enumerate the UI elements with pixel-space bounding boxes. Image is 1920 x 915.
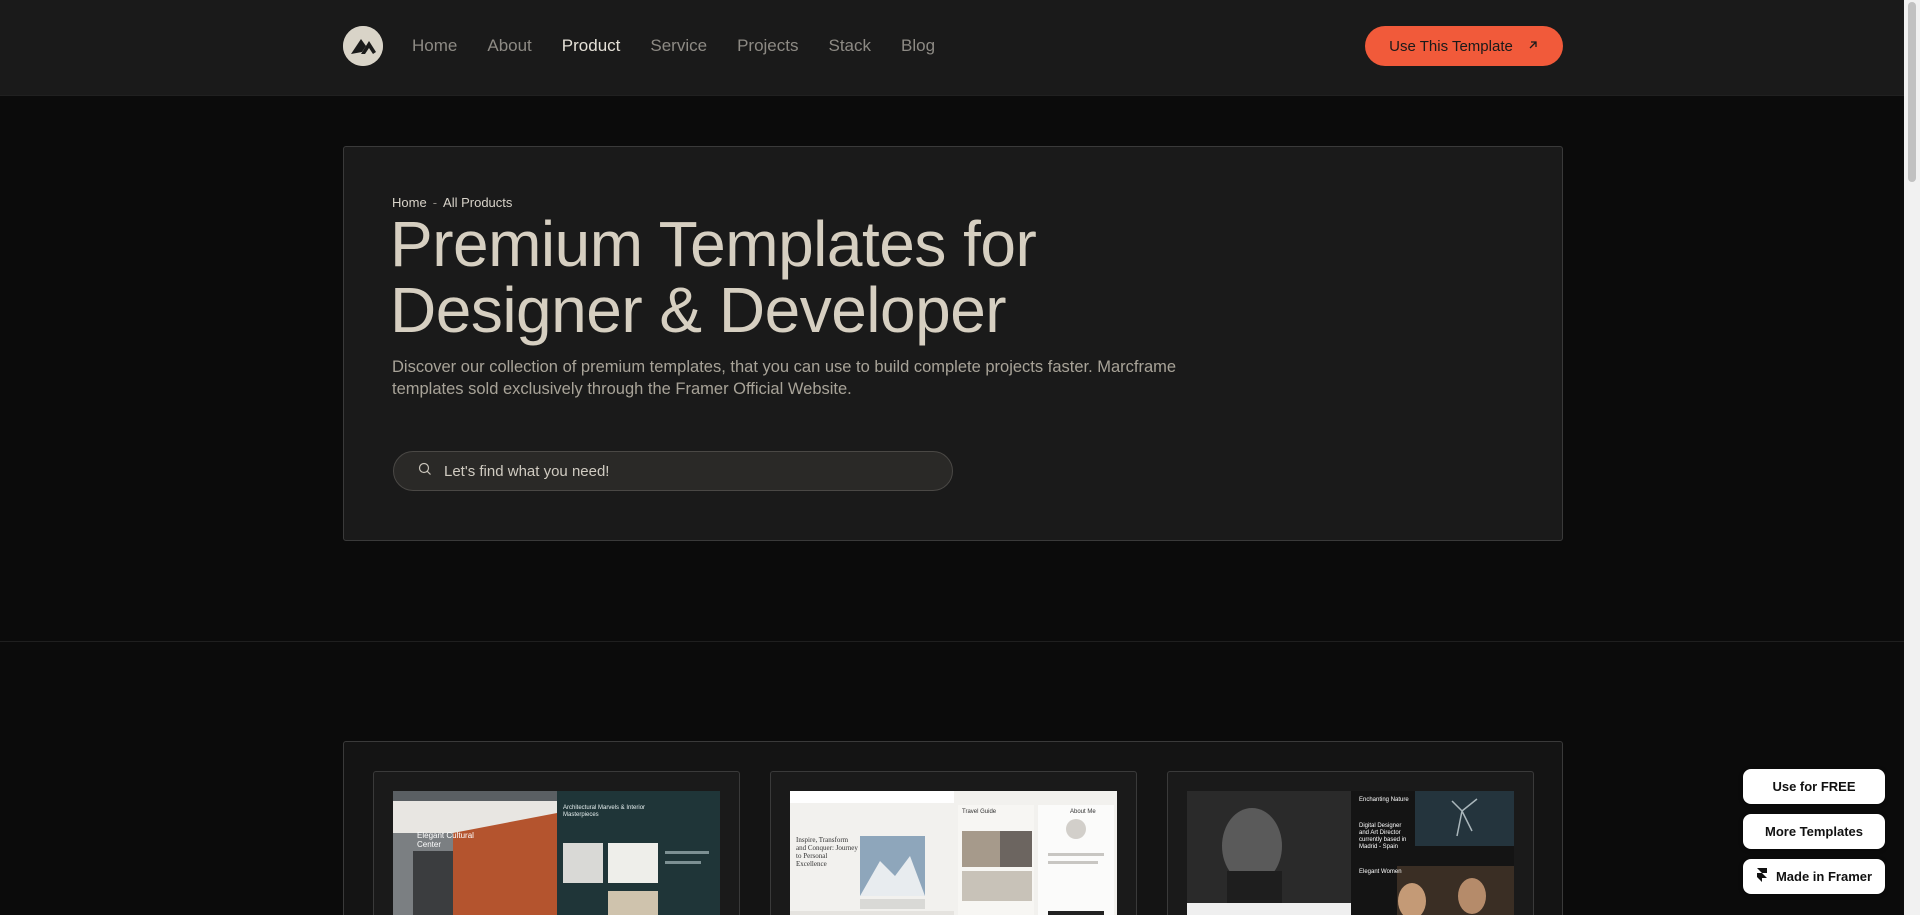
page-scrollbar[interactable] <box>1904 0 1920 915</box>
made-in-framer-label: Made in Framer <box>1775 869 1873 884</box>
search-icon <box>418 462 432 481</box>
product-card-1[interactable]: Elegant Cultural Center Architectural Ma… <box>373 771 740 915</box>
nav-product[interactable]: Product <box>562 34 621 58</box>
card1-headline-left: Elegant Cultural Center <box>417 831 474 849</box>
nav-home[interactable]: Home <box>412 34 457 58</box>
more-templates-button[interactable]: More Templates <box>1743 814 1885 849</box>
nav-blog[interactable]: Blog <box>901 34 935 58</box>
hero-card: Home - All Products Premium Templates fo… <box>343 146 1563 541</box>
product-card-3[interactable]: Digital Designer and Art Director curren… <box>1167 771 1534 915</box>
more-templates-label: More Templates <box>1764 824 1863 839</box>
mountain-logo-icon[interactable] <box>343 26 383 66</box>
framer-logo-icon <box>1756 868 1768 885</box>
card3-headline-left: Digital Designer and Art Director curren… <box>1359 823 1407 850</box>
use-for-free-button[interactable]: Use for FREE <box>1743 769 1885 804</box>
made-in-framer-button[interactable]: Made in Framer <box>1743 859 1885 894</box>
nav-about[interactable]: About <box>487 34 531 58</box>
title-line-1: Premium Templates for <box>390 208 1037 280</box>
card2-header-right: About Me <box>1070 809 1096 815</box>
arrow-up-right-icon <box>1527 39 1539 54</box>
nav-service[interactable]: Service <box>650 34 707 58</box>
product-thumbnail-2[interactable]: Inspire, Transform and Conquer: Journey … <box>790 791 1117 915</box>
use-template-label: Use This Template <box>1389 37 1513 55</box>
products-grid: Elegant Cultural Center Architectural Ma… <box>343 741 1563 915</box>
page: Home About Product Service Projects Stac… <box>0 0 1920 915</box>
product-thumbnail-1[interactable]: Elegant Cultural Center Architectural Ma… <box>393 791 720 915</box>
hero-description: Discover our collection of premium templ… <box>392 358 1177 398</box>
card3-header-right: Enchanting Nature <box>1359 797 1409 803</box>
section-divider <box>0 641 1904 642</box>
card3-caption-right: Elegant Women <box>1359 869 1402 875</box>
main-nav: Home About Product Service Projects Stac… <box>412 34 965 58</box>
search-bar[interactable] <box>393 451 953 491</box>
nav-stack[interactable]: Stack <box>829 34 872 58</box>
page-title: Premium Templates for Designer & Develop… <box>390 211 1290 343</box>
title-line-2: Designer & Developer <box>390 274 1007 346</box>
card2-headline-left: Inspire, Transform and Conquer: Journey … <box>796 836 858 868</box>
nav-projects[interactable]: Projects <box>737 34 798 58</box>
card2-header-center: Travel Guide <box>962 809 997 815</box>
use-template-button[interactable]: Use This Template <box>1365 26 1563 66</box>
scrollbar-thumb[interactable] <box>1908 2 1916 182</box>
use-for-free-label: Use for FREE <box>1772 779 1856 794</box>
product-card-2[interactable]: Inspire, Transform and Conquer: Journey … <box>770 771 1137 915</box>
search-input[interactable] <box>444 462 904 480</box>
product-thumbnail-3[interactable]: Digital Designer and Art Director curren… <box>1187 791 1514 915</box>
card1-headline-right: Architectural Marvels & Interior Masterp… <box>563 805 646 818</box>
site-header: Home About Product Service Projects Stac… <box>0 0 1904 96</box>
